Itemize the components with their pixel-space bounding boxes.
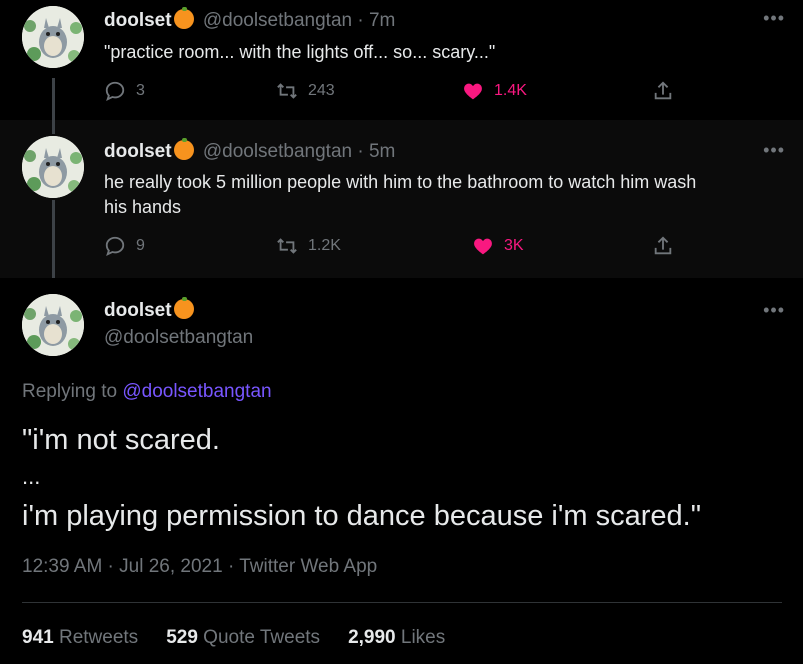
quotes-count: 529 bbox=[166, 627, 198, 648]
replying-to: Replying to @doolsetbangtan bbox=[22, 381, 272, 403]
tweet-text-line: his hands bbox=[104, 197, 182, 217]
avatar[interactable] bbox=[22, 294, 84, 356]
display-name[interactable]: doolset bbox=[104, 300, 172, 321]
retweet-icon bbox=[277, 83, 297, 99]
reply-button[interactable]: 9 bbox=[104, 235, 145, 257]
retweet-count: 243 bbox=[308, 82, 335, 99]
handle[interactable]: @doolsetbangtan bbox=[203, 10, 352, 31]
divider bbox=[22, 602, 782, 603]
tweet-text-line: i'm playing permission to dance because … bbox=[22, 500, 702, 532]
timestamp[interactable]: · 7m bbox=[357, 10, 395, 31]
like-button[interactable]: 3K bbox=[472, 235, 524, 257]
orange-emoji-icon bbox=[173, 138, 194, 160]
retweets-count: 941 bbox=[22, 627, 54, 648]
share-icon bbox=[654, 236, 672, 255]
avatar[interactable] bbox=[22, 6, 84, 68]
share-button[interactable] bbox=[652, 80, 674, 102]
display-name-row: doolset bbox=[104, 297, 198, 322]
likes-stat[interactable]: 2,990 Likes bbox=[348, 627, 445, 649]
more-icon[interactable]: ••• bbox=[763, 140, 785, 161]
orange-emoji-icon bbox=[173, 7, 194, 29]
like-count: 3K bbox=[504, 237, 524, 254]
retweet-count: 1.2K bbox=[308, 237, 341, 254]
mention-link[interactable]: @doolsetbangtan bbox=[122, 381, 271, 402]
engagement-stats: 941 Retweets 529 Quote Tweets 2,990 Like… bbox=[22, 627, 445, 649]
tweet-timestamp[interactable]: 12:39 AM · Jul 26, 2021 · Twitter Web Ap… bbox=[22, 556, 377, 578]
reply-icon bbox=[105, 236, 125, 257]
handle[interactable]: @doolsetbangtan bbox=[203, 141, 352, 162]
tweet-header: doolset @doolsetbangtan · 7m bbox=[104, 7, 395, 32]
orange-emoji-icon bbox=[173, 297, 194, 319]
more-icon[interactable]: ••• bbox=[763, 8, 785, 29]
tweet-text-line: "i'm not scared. bbox=[22, 424, 220, 456]
tweet-text-line: he really took 5 million people with him… bbox=[104, 172, 697, 192]
share-button[interactable] bbox=[652, 235, 674, 257]
tweet-1[interactable]: doolset @doolsetbangtan · 7m ••• "practi… bbox=[0, 0, 803, 120]
handle[interactable]: @doolsetbangtan bbox=[104, 327, 253, 349]
reply-icon bbox=[105, 81, 125, 102]
heart-icon bbox=[464, 83, 482, 100]
retweet-button[interactable]: 1.2K bbox=[276, 235, 341, 257]
display-name[interactable]: doolset bbox=[104, 10, 172, 31]
likes-count: 2,990 bbox=[348, 627, 396, 648]
thread-line bbox=[52, 200, 55, 278]
reply-count: 9 bbox=[136, 237, 145, 254]
more-icon[interactable]: ••• bbox=[763, 300, 785, 321]
action-bar: 9 1.2K 3K bbox=[104, 235, 684, 265]
retweet-icon bbox=[277, 238, 297, 254]
like-button[interactable]: 1.4K bbox=[462, 80, 527, 102]
share-icon bbox=[654, 81, 672, 100]
quote-tweets-stat[interactable]: 529 Quote Tweets bbox=[166, 627, 320, 649]
timestamp[interactable]: · 5m bbox=[357, 141, 395, 162]
heart-icon bbox=[474, 238, 492, 255]
retweets-label: Retweets bbox=[58, 627, 139, 648]
tweet-text: he really took 5 million people with him… bbox=[104, 170, 696, 220]
tweet-text: "practice room... with the lights off...… bbox=[104, 42, 496, 62]
replying-prefix: Replying to bbox=[22, 381, 118, 402]
display-name[interactable]: doolset bbox=[104, 141, 172, 162]
reply-count: 3 bbox=[136, 82, 145, 99]
quotes-label: Quote Tweets bbox=[203, 627, 321, 648]
thread-line bbox=[52, 120, 55, 134]
tweet-header: doolset @doolsetbangtan · 5m bbox=[104, 138, 395, 163]
retweet-button[interactable]: 243 bbox=[276, 80, 335, 102]
like-count: 1.4K bbox=[494, 82, 527, 99]
tweet-text-line: ... bbox=[22, 464, 41, 489]
thread-line bbox=[52, 78, 55, 120]
likes-label: Likes bbox=[400, 627, 446, 648]
action-bar: 3 243 1.4K bbox=[104, 80, 684, 110]
main-tweet: doolset @doolsetbangtan ••• Replying to … bbox=[0, 278, 803, 664]
avatar[interactable] bbox=[22, 136, 84, 198]
tweet-2[interactable]: doolset @doolsetbangtan · 5m ••• he real… bbox=[0, 120, 803, 278]
reply-button[interactable]: 3 bbox=[104, 80, 145, 102]
retweets-stat[interactable]: 941 Retweets bbox=[22, 627, 138, 649]
